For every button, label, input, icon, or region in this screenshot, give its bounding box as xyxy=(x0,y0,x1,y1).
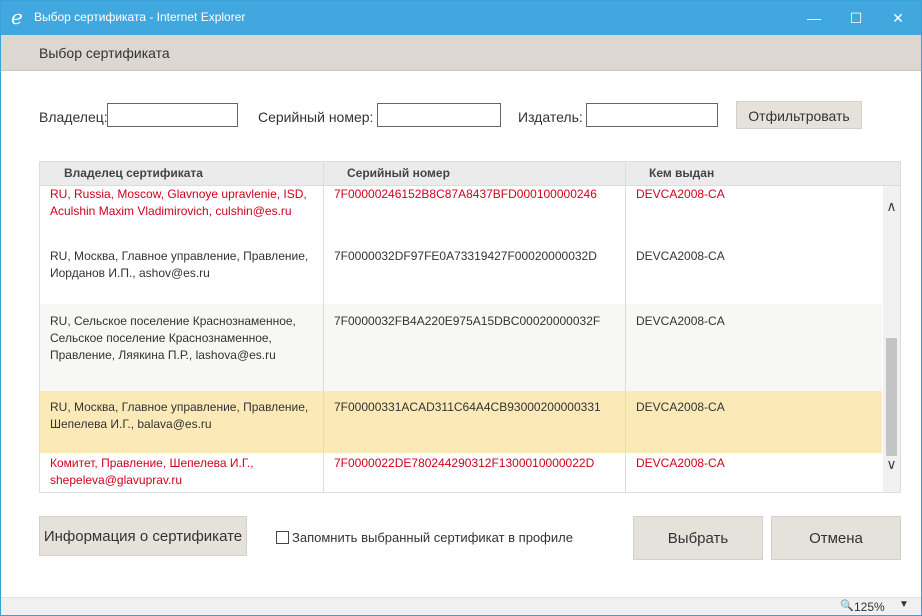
issuer-filter-input[interactable] xyxy=(586,103,718,127)
remember-checkbox[interactable] xyxy=(276,531,289,544)
table-row[interactable]: RU, Сельское поселение Краснознаменное, … xyxy=(40,304,882,391)
cell-issuer: DEVCA2008-CA xyxy=(636,314,725,328)
cell-serial: 7F0000032FB4A220E975A15DBC00020000032F xyxy=(334,314,601,328)
column-header-serial[interactable]: Серийный номер xyxy=(347,166,450,180)
cell-owner: Комитет, Правление, Шепелева И.Г., shepe… xyxy=(50,456,254,487)
zoom-icon[interactable]: 🔍 xyxy=(840,599,854,612)
chevron-down-icon[interactable]: ▼ xyxy=(899,599,909,610)
vertical-scrollbar[interactable]: ∧ ∨ xyxy=(883,186,900,492)
column-header-issuer[interactable]: Кем выдан xyxy=(649,166,714,180)
cell-issuer: DEVCA2008-CA xyxy=(636,249,725,263)
cell-serial: 7F0000022DE780244290312F1300010000022D xyxy=(334,456,595,470)
internet-explorer-icon: e xyxy=(11,5,23,29)
table-row[interactable]: Комитет, Правление, Шепелева И.Г., shepe… xyxy=(40,453,882,492)
table-header: Владелец сертификата Серийный номер Кем … xyxy=(40,162,900,186)
column-divider xyxy=(323,162,324,492)
dialog-header: Выбор сертификата xyxy=(1,35,921,71)
window-title: Выбор сертификата - Internet Explorer xyxy=(34,10,246,24)
column-header-owner[interactable]: Владелец сертификата xyxy=(64,166,203,180)
scrollbar-thumb[interactable] xyxy=(886,338,897,456)
owner-filter-label: Владелец: xyxy=(39,109,108,125)
cell-serial: 7F0000032DF97FE0A73319427F00020000032D xyxy=(334,249,597,263)
browser-window: e Выбор сертификата - Internet Explorer … xyxy=(0,0,922,616)
certificate-table: Владелец сертификата Серийный номер Кем … xyxy=(39,161,901,493)
status-bar: 🔍 125% ▼ xyxy=(1,597,921,615)
scroll-down-icon[interactable]: ∨ xyxy=(883,456,900,473)
cell-issuer: DEVCA2008-CA xyxy=(636,456,725,470)
cell-issuer: DEVCA2008-CA xyxy=(636,400,725,414)
cell-owner: RU, Russia, Moscow, Glavnoye upravlenie,… xyxy=(50,187,307,218)
table-row[interactable]: RU, Москва, Главное управление, Правлени… xyxy=(40,240,882,304)
filter-button[interactable]: Отфильтровать xyxy=(736,101,862,129)
scroll-up-icon[interactable]: ∧ xyxy=(883,198,900,215)
cell-owner: RU, Москва, Главное управление, Правлени… xyxy=(50,400,309,431)
remember-checkbox-label[interactable]: Запомнить выбранный сертификат в профиле xyxy=(292,530,573,545)
title-bar: e Выбор сертификата - Internet Explorer … xyxy=(1,1,921,35)
cell-issuer: DEVCA2008-CA xyxy=(636,187,725,201)
cell-owner: RU, Сельское поселение Краснознаменное, … xyxy=(50,314,296,362)
select-button[interactable]: Выбрать xyxy=(633,516,763,560)
close-button[interactable]: ✕ xyxy=(881,1,915,35)
serial-filter-input[interactable] xyxy=(377,103,501,127)
table-row[interactable]: RU, Russia, Moscow, Glavnoye upravlenie,… xyxy=(40,186,882,240)
maximize-button[interactable]: ☐ xyxy=(839,1,873,35)
dialog-title: Выбор сертификата xyxy=(39,45,170,61)
cell-serial: 7F00000246152B8C87A8437BFD000100000246 xyxy=(334,187,597,201)
owner-filter-input[interactable] xyxy=(107,103,238,127)
cell-owner: RU, Москва, Главное управление, Правлени… xyxy=(50,249,309,280)
minimize-button[interactable]: — xyxy=(797,1,831,35)
cancel-button[interactable]: Отмена xyxy=(771,516,901,560)
issuer-filter-label: Издатель: xyxy=(518,109,583,125)
table-row-selected[interactable]: RU, Москва, Главное управление, Правлени… xyxy=(40,391,882,453)
certificate-info-button[interactable]: Информация о сертификате xyxy=(39,516,247,556)
serial-filter-label: Серийный номер: xyxy=(258,109,374,125)
cell-serial: 7F00000331ACAD311C64A4CB93000200000331 xyxy=(334,400,601,414)
zoom-level[interactable]: 125% xyxy=(854,600,885,614)
column-divider xyxy=(625,162,626,492)
